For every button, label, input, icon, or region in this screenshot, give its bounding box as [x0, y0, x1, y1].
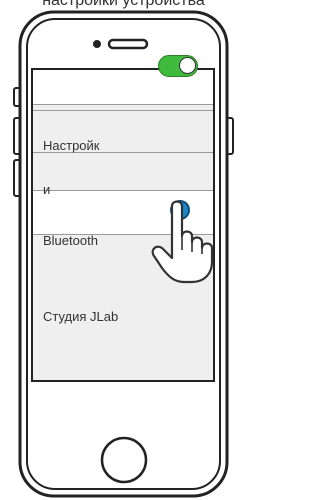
home-button [100, 436, 148, 484]
toggle-knob [179, 57, 196, 74]
settings-toggle[interactable] [158, 55, 198, 77]
settings-label: Настройк [43, 138, 100, 153]
camera-icon [93, 40, 101, 48]
speaker-grille [107, 38, 149, 50]
settings-label-wrap: и [43, 182, 51, 197]
bluetooth-label[interactable]: Bluetooth [43, 233, 98, 248]
hand-pointer-icon [151, 200, 214, 284]
studio-label[interactable]: Студия JLab [43, 309, 118, 324]
